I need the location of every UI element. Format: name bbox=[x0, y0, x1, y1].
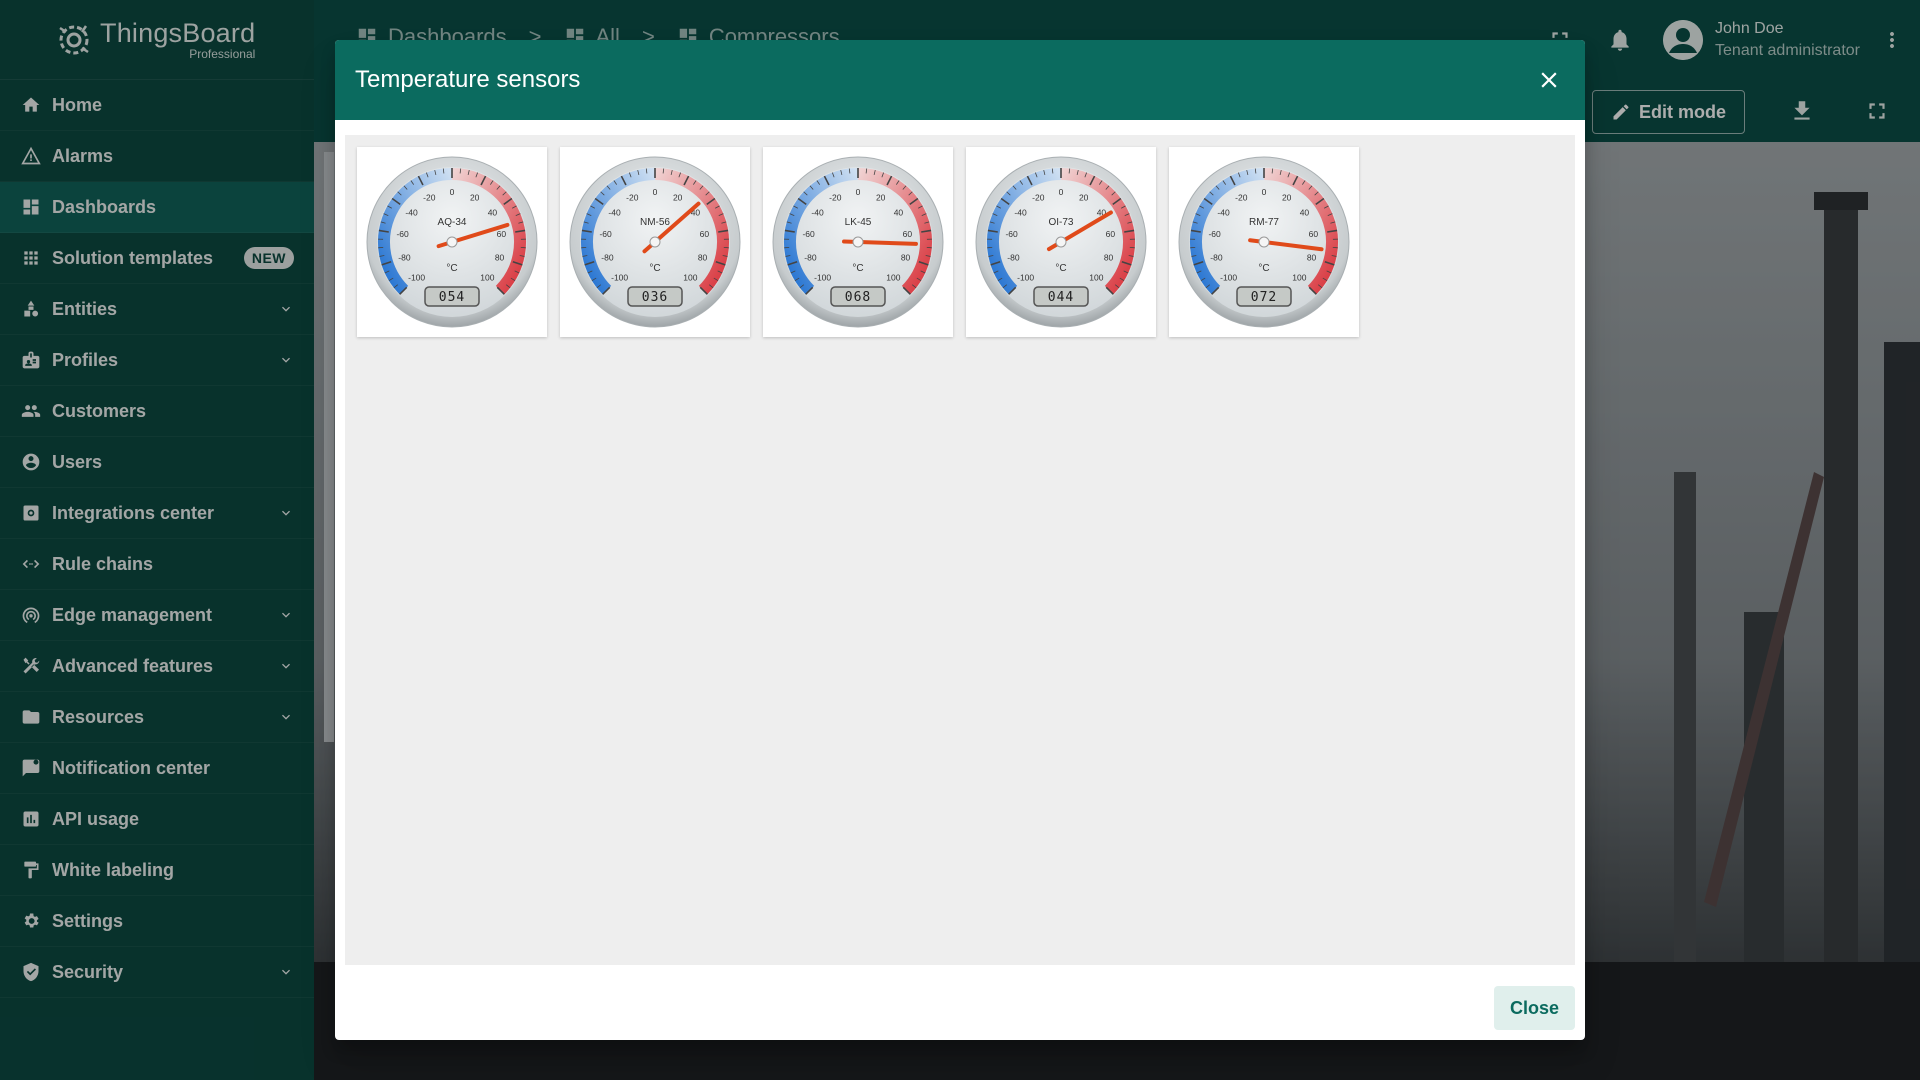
gauge-tick-label: -80 bbox=[1007, 252, 1020, 262]
gauge-tick-label: -60 bbox=[396, 229, 409, 239]
gauge-value-readout: 036 bbox=[642, 290, 668, 305]
gauge-widgets: -100 -80 -60 -40 -20 0 20 40 60 80 100 AQ-34 °C 054 -1… bbox=[357, 147, 1372, 337]
gauge-tick-label: 80 bbox=[495, 252, 505, 262]
gauge-widget-rm-77[interactable]: -100 -80 -60 -40 -20 0 20 40 60 80 100 RM-77 °C 072 bbox=[1169, 147, 1359, 337]
gauge-tick-label: 20 bbox=[673, 192, 683, 202]
gauge-tick-label: 20 bbox=[470, 192, 480, 202]
gauge-tick-label: -100 bbox=[1017, 272, 1034, 282]
gauge-tick-label: -60 bbox=[802, 229, 815, 239]
gauge-tick-label: 0 bbox=[450, 187, 455, 197]
gauge-tick-label: 60 bbox=[1106, 229, 1116, 239]
gauge-value-readout: 054 bbox=[439, 290, 465, 305]
gauge-sensor-name: AQ-34 bbox=[438, 217, 467, 228]
gauge-value-readout: 072 bbox=[1251, 290, 1277, 305]
gauge-tick-label: -20 bbox=[1032, 192, 1045, 202]
gauge-tick-label: -20 bbox=[626, 192, 639, 202]
gauge-tick-label: 80 bbox=[698, 252, 708, 262]
gauge-needle-hub bbox=[1258, 236, 1270, 248]
dialog-title: Temperature sensors bbox=[355, 66, 581, 93]
close-button[interactable]: Close bbox=[1493, 986, 1575, 1030]
gauge-tick-label: 100 bbox=[480, 272, 494, 282]
gauge-tick-label: 0 bbox=[1059, 187, 1064, 197]
dialog-header: Temperature sensors bbox=[335, 40, 1585, 120]
gauge-tick-label: -80 bbox=[804, 252, 817, 262]
temperature-gauge: -100-80-60-40-20020406080100OI-73°C044 bbox=[975, 156, 1147, 328]
gauge-tick-label: 20 bbox=[1282, 192, 1292, 202]
gauge-widget-lk-45[interactable]: -100 -80 -60 -40 -20 0 20 40 60 80 100 LK-45 °C 068 bbox=[763, 147, 953, 337]
temperature-gauge: -100 -80 -60 -40 -20 0 20 40 60 80100 RM-77 °C 072 bbox=[1178, 156, 1350, 328]
gauge-unit: °C bbox=[1055, 263, 1066, 274]
gauge-tick-label: 60 bbox=[903, 229, 913, 239]
gauge-tick-label: 20 bbox=[1079, 192, 1089, 202]
gauge-tick-label: -60 bbox=[599, 229, 612, 239]
gauge-tick-label: -40 bbox=[405, 208, 418, 218]
gauge-tick-label: -100 bbox=[611, 272, 628, 282]
gauge-tick-label: -100 bbox=[408, 272, 425, 282]
gauge-sensor-name: RM-77 bbox=[1249, 217, 1279, 228]
gauge-tick-label: 40 bbox=[488, 208, 498, 218]
gauge-tick-label: -40 bbox=[1217, 208, 1230, 218]
gauge-needle-hub bbox=[1055, 236, 1067, 248]
dialog-footer: Close bbox=[1493, 986, 1575, 1030]
gauge-unit: °C bbox=[852, 263, 863, 274]
gauge-tick-label: 40 bbox=[1300, 208, 1310, 218]
gauge-tick-label: -100 bbox=[1220, 272, 1237, 282]
gauge-tick-label: 60 bbox=[1309, 229, 1319, 239]
gauge-tick-label: -40 bbox=[608, 208, 621, 218]
gauge-tick-label: 0 bbox=[1262, 187, 1267, 197]
gauge-widget-oi-73[interactable]: -100 -80 -60 -40 -20 0 20 40 60 80 100 OI-73 °C 044 bbox=[966, 147, 1156, 337]
temperature-gauge: -100 -80 -60 -40 -20 0 20 40 60 80100 AQ-34 °C 054 bbox=[366, 156, 538, 328]
gauge-tick-label: -20 bbox=[1235, 192, 1248, 202]
gauge-tick-label: 100 bbox=[1089, 272, 1103, 282]
gauge-tick-label: 40 bbox=[894, 208, 904, 218]
gauge-tick-label: -40 bbox=[811, 208, 824, 218]
temperature-gauge: -100 -80 -60 -40 -20 0 20 40 60 80100 LK-45 °C 068 bbox=[772, 156, 944, 328]
gauge-tick-label: -60 bbox=[1208, 229, 1221, 239]
gauge-tick-label: -80 bbox=[1210, 252, 1223, 262]
gauge-tick-label: -80 bbox=[398, 252, 411, 262]
gauge-tick-label: 80 bbox=[1307, 252, 1317, 262]
gauge-tick-label: -20 bbox=[829, 192, 842, 202]
gauge-needle-hub bbox=[446, 236, 458, 248]
close-icon bbox=[1541, 72, 1557, 88]
gauge-value-readout: 068 bbox=[845, 290, 871, 305]
gauge-tick-label: 100 bbox=[1292, 272, 1306, 282]
dialog-content: -100 -80 -60 -40 -20 0 20 40 60 80 100 AQ-34 °C 054 -1… bbox=[345, 135, 1575, 965]
gauge-tick-label: 0 bbox=[856, 187, 861, 197]
gauge-widget-aq-34[interactable]: -100 -80 -60 -40 -20 0 20 40 60 80 100 AQ-34 °C 054 bbox=[357, 147, 547, 337]
gauge-tick-label: 80 bbox=[901, 252, 911, 262]
gauge-tick-label: -100 bbox=[814, 272, 831, 282]
gauge-tick-label: -20 bbox=[423, 192, 436, 202]
gauge-tick-label: -40 bbox=[1014, 208, 1027, 218]
gauge-sensor-name: LK-45 bbox=[845, 217, 872, 228]
temperature-sensors-dialog: Temperature sensors -100 -80 -60 -40 -20 0 20 4… bbox=[335, 40, 1585, 1040]
gauge-unit: °C bbox=[649, 263, 660, 274]
temperature-gauge: -100-80-60-40-20020406080100NM-56°C036 bbox=[569, 156, 741, 328]
dialog-close-button[interactable] bbox=[1533, 64, 1565, 96]
gauge-sensor-name: NM-56 bbox=[640, 217, 670, 228]
gauge-tick-label: 80 bbox=[1104, 252, 1114, 262]
gauge-tick-label: 100 bbox=[683, 272, 697, 282]
gauge-needle-hub bbox=[649, 236, 661, 248]
gauge-tick-label: 0 bbox=[653, 187, 658, 197]
gauge-tick-label: 60 bbox=[700, 229, 710, 239]
gauge-widget-nm-56[interactable]: -100 -80 -60 -40 -20 0 20 40 60 80 100 NM-56 °C 036 bbox=[560, 147, 750, 337]
gauge-tick-label: 60 bbox=[497, 229, 507, 239]
gauge-tick-label: -60 bbox=[1005, 229, 1018, 239]
gauge-tick-label: -80 bbox=[601, 252, 614, 262]
gauge-tick-label: 100 bbox=[886, 272, 900, 282]
gauge-unit: °C bbox=[446, 263, 457, 274]
gauge-unit: °C bbox=[1258, 263, 1269, 274]
gauge-value-readout: 044 bbox=[1048, 290, 1074, 305]
gauge-tick-label: 20 bbox=[876, 192, 886, 202]
gauge-sensor-name: OI-73 bbox=[1048, 217, 1073, 228]
gauge-needle-hub bbox=[852, 236, 864, 248]
